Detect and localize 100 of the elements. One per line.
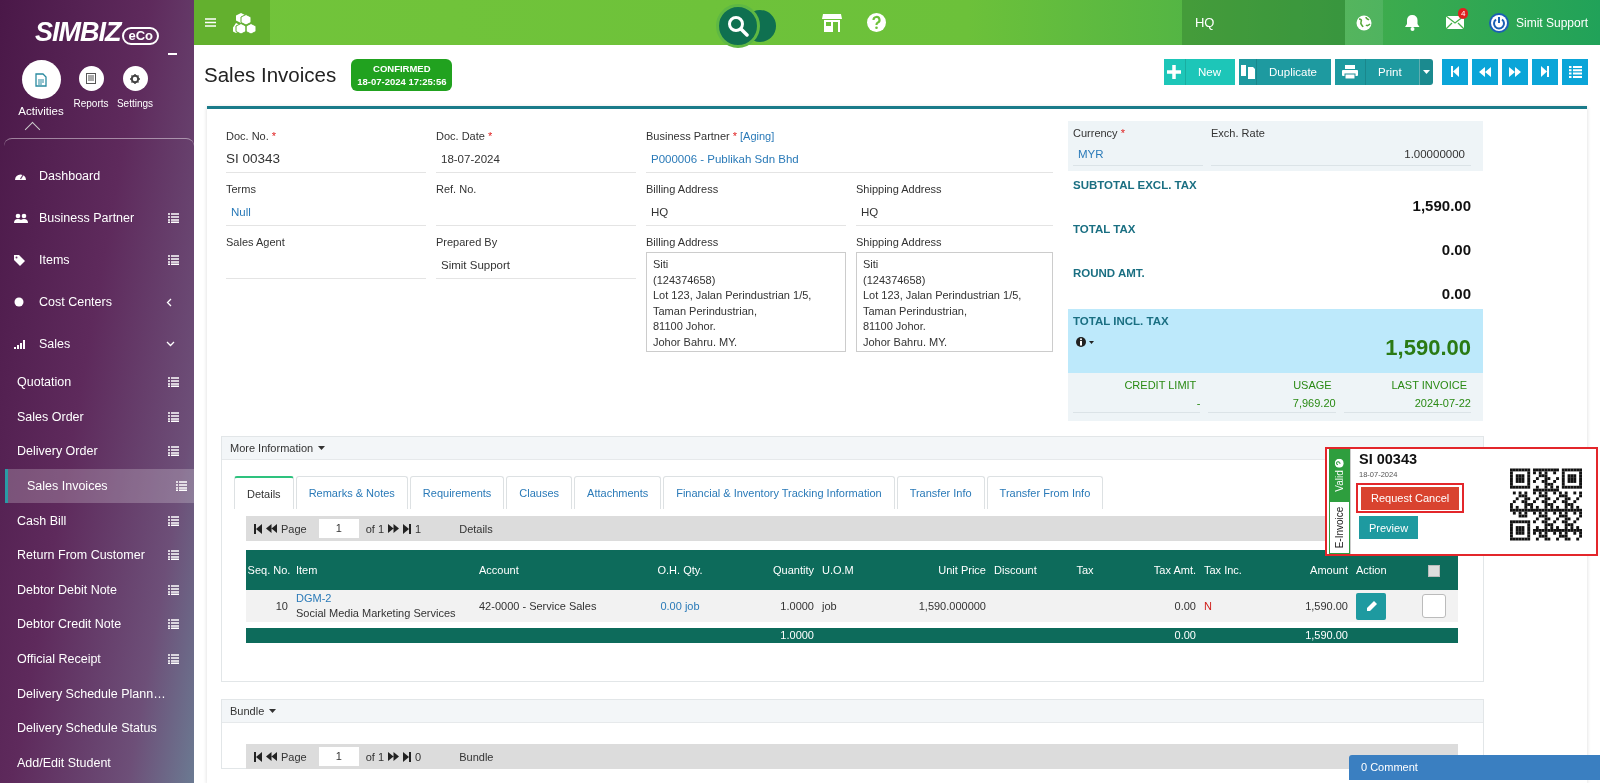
tab[interactable]: Requirements	[409, 476, 505, 509]
branch-selector[interactable]: HQ	[1181, 0, 1345, 45]
next-record-button[interactable]	[1502, 58, 1528, 85]
e-invoice-tab[interactable]: E-Invoice	[1329, 502, 1350, 554]
item-code-link[interactable]: DGM-2	[296, 591, 471, 606]
menu-item[interactable]: Sales Order	[0, 399, 194, 435]
list-icon[interactable]	[168, 411, 179, 422]
page-total: of 1	[365, 522, 385, 535]
column-header: Discount	[990, 550, 1060, 590]
required-mark: *	[271, 130, 277, 142]
menu-item[interactable]: Return From Customer	[0, 537, 194, 573]
tab[interactable]: Transfer From Info	[986, 476, 1104, 509]
address-box[interactable]: Siti (124374658) Lot 123, Jalan Perindustrian 1/5, Taman Perindustrian, 81100 Johor. Johor Bahru. MY.	[856, 252, 1053, 352]
tab[interactable]: Remarks & Notes	[295, 476, 408, 509]
field-value[interactable]: P000006 - Publikah Sdn Bhd	[646, 146, 1053, 173]
address-box[interactable]: Siti (124374658) Lot 123, Jalan Perindustrian 1/5, Taman Perindustrian, 81100 Johor. Johor Bahru. MY.	[646, 252, 846, 352]
tab[interactable]: Financial & Inventory Tracking Information	[663, 476, 895, 509]
tag-icon	[14, 254, 27, 266]
menu-item[interactable]: Delivery Schedule Status	[0, 710, 194, 746]
aging-link[interactable]: [Aging]	[740, 130, 775, 142]
field-value[interactable]: HQ	[856, 199, 1053, 226]
page-field[interactable]: 1	[318, 747, 359, 766]
comments-button[interactable]: 0 Comment	[1349, 755, 1600, 780]
column-header: Seq. No.	[246, 550, 292, 590]
menu-item[interactable]: Quotation	[0, 365, 194, 400]
copy-icon	[1240, 64, 1255, 79]
tab[interactable]: Clauses	[506, 476, 573, 509]
tab[interactable]: Transfer Info	[896, 476, 985, 509]
list-icon[interactable]	[168, 619, 179, 630]
field-value[interactable]: Simit Support	[436, 252, 636, 279]
menu-item[interactable]: Official Receipt	[0, 641, 194, 677]
field-label: Prepared By	[436, 235, 499, 250]
tab[interactable]: Attachments	[574, 476, 662, 509]
bell-icon[interactable]	[1404, 14, 1420, 31]
menu-item[interactable]: Debtor Debit Note	[0, 572, 194, 608]
last-record-button[interactable]	[1532, 58, 1558, 85]
field-value[interactable]: SI 00343	[226, 146, 426, 173]
first-record-button[interactable]	[1442, 58, 1468, 85]
menu-item[interactable]: Cash Bill	[0, 503, 194, 538]
menu-item[interactable]: Sales Invoices	[5, 468, 194, 504]
last-icon[interactable]	[403, 523, 412, 534]
mail-icon[interactable]	[1445, 16, 1464, 29]
first-icon[interactable]	[254, 523, 262, 534]
menu-item[interactable]: Sales	[0, 323, 194, 365]
menu-item[interactable]: Delivery Schedule Plann…	[0, 676, 194, 711]
list-icon[interactable]	[168, 446, 179, 457]
cubes-icon[interactable]	[233, 11, 259, 34]
field-label: Billing Address	[646, 182, 720, 197]
list-view-button[interactable]	[1562, 58, 1588, 85]
field-value[interactable]: 1.00000000	[1211, 143, 1471, 166]
edit-button[interactable]	[1356, 592, 1386, 620]
activity-tab[interactable]: Reports	[70, 60, 112, 109]
credit-value: -	[1196, 397, 1201, 409]
print-options-button[interactable]	[1419, 58, 1433, 85]
select-all-checkbox[interactable]	[1428, 565, 1440, 578]
menu-item[interactable]: Dashboard	[0, 155, 194, 197]
section-toggle[interactable]: Bundle	[230, 705, 277, 717]
first-icon[interactable]	[254, 751, 262, 762]
list-icon[interactable]	[176, 481, 187, 492]
column-header: Account	[475, 550, 630, 590]
request-cancel-button[interactable]: Request Cancel	[1361, 486, 1460, 510]
row-checkbox[interactable]	[1422, 594, 1446, 618]
dot-icon	[14, 297, 24, 307]
pager-caption: Bundle	[459, 750, 494, 763]
page-field[interactable]: 1	[318, 519, 359, 538]
menu-item[interactable]: Items	[0, 239, 194, 281]
list-icon[interactable]	[168, 377, 179, 388]
list-icon[interactable]	[168, 584, 179, 595]
grand-total-value: 1,590.00	[1385, 335, 1471, 361]
field-label: Ref. No.	[436, 182, 478, 197]
menu-item[interactable]: Add/Edit Student	[0, 745, 194, 781]
fast-forward-icon[interactable]	[388, 524, 400, 533]
menu-icon[interactable]	[205, 18, 216, 27]
field-value[interactable]: Null	[226, 199, 426, 226]
on-hand-qty-link[interactable]: 0.00 job	[660, 600, 700, 612]
list-icon[interactable]	[168, 654, 179, 665]
field-value[interactable]: HQ	[646, 199, 846, 226]
activity-tab[interactable]: Settings	[114, 60, 156, 109]
tab[interactable]: Details	[234, 476, 294, 509]
rewind-icon[interactable]	[266, 752, 277, 761]
field-value[interactable]: 18-07-2024	[436, 146, 636, 173]
menu-item[interactable]: Delivery Order	[0, 434, 194, 469]
menu-item[interactable]: Business Partner	[0, 197, 194, 239]
menu-item[interactable]: Cost Centers	[0, 281, 194, 323]
required-mark: *	[487, 130, 493, 142]
total-label: TOTAL TAX	[1073, 223, 1137, 235]
previous-record-button[interactable]	[1472, 58, 1498, 85]
list-icon[interactable]	[168, 550, 179, 561]
rewind-icon[interactable]	[266, 524, 277, 533]
list-icon[interactable]	[168, 515, 179, 526]
menu-item[interactable]: Debtor Credit Note	[0, 607, 194, 642]
fast-forward-icon[interactable]	[388, 752, 400, 761]
globe-icon[interactable]	[1355, 14, 1372, 31]
info-icon[interactable]	[1076, 337, 1094, 347]
section-toggle[interactable]: More Information	[230, 442, 326, 454]
field-value[interactable]: MYR	[1073, 143, 1203, 166]
list-icon[interactable]	[168, 213, 179, 223]
list-icon[interactable]	[168, 255, 179, 265]
last-icon[interactable]	[403, 751, 412, 762]
power-icon[interactable]	[1488, 12, 1509, 33]
